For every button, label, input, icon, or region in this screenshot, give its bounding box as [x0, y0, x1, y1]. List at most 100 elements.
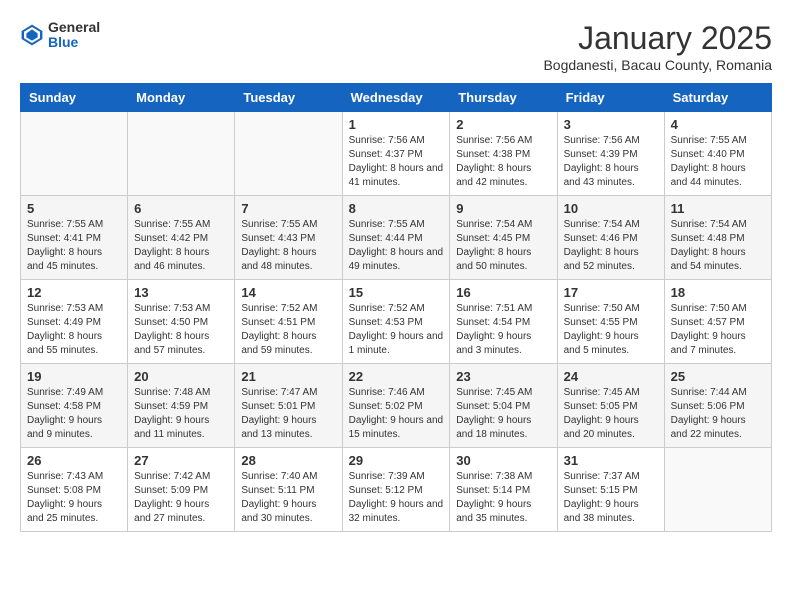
day-number: 19: [27, 369, 121, 384]
page-header: General Blue January 2025 Bogdanesti, Ba…: [20, 20, 772, 73]
calendar-cell: 27 Sunrise: 7:42 AM Sunset: 5:09 PM Dayli…: [128, 448, 235, 532]
calendar-cell: 23 Sunrise: 7:45 AM Sunset: 5:04 PM Dayli…: [450, 364, 557, 448]
logo-text: General Blue: [48, 20, 100, 51]
day-info: Sunrise: 7:56 AM Sunset: 4:38 PM Dayligh…: [456, 134, 550, 190]
day-info: Sunrise: 7:54 AM Sunset: 4:45 PM Dayligh…: [456, 218, 550, 274]
calendar-table: SundayMondayTuesdayWednesdayThursdayFrid…: [20, 83, 772, 532]
day-number: 9: [456, 201, 550, 216]
calendar-cell: [664, 448, 771, 532]
calendar-week-row: 5Sunrise: 7:55 AM Sunset: 4:41 PM Daylig…: [21, 196, 772, 280]
calendar-cell: 9 Sunrise: 7:54 AM Sunset: 4:45 PM Daylig…: [450, 196, 557, 280]
day-number: 22: [349, 369, 444, 384]
calendar-cell: 2 Sunrise: 7:56 AM Sunset: 4:38 PM Daylig…: [450, 112, 557, 196]
day-info: Sunrise: 7:52 AM Sunset: 4:51 PM Dayligh…: [241, 302, 335, 358]
day-info: Sunrise: 7:47 AM Sunset: 5:01 PM Dayligh…: [241, 386, 335, 442]
day-number: 21: [241, 369, 335, 384]
day-number: 29: [349, 453, 444, 468]
calendar-cell: 6Sunrise: 7:55 AM Sunset: 4:42 PM Daylig…: [128, 196, 235, 280]
calendar-cell: 15 Sunrise: 7:52 AM Sunset: 4:53 PM Dayli…: [342, 280, 450, 364]
day-info: Sunrise: 7:38 AM Sunset: 5:14 PM Dayligh…: [456, 470, 550, 526]
calendar-cell: 5Sunrise: 7:55 AM Sunset: 4:41 PM Daylig…: [21, 196, 128, 280]
calendar-cell: 11Sunrise: 7:54 AM Sunset: 4:48 PM Dayli…: [664, 196, 771, 280]
day-info: Sunrise: 7:44 AM Sunset: 5:06 PM Dayligh…: [671, 386, 765, 442]
day-info: Sunrise: 7:46 AM Sunset: 5:02 PM Dayligh…: [349, 386, 444, 442]
day-info: Sunrise: 7:51 AM Sunset: 4:54 PM Dayligh…: [456, 302, 550, 358]
day-number: 1: [349, 117, 444, 132]
day-number: 11: [671, 201, 765, 216]
calendar-cell: 30 Sunrise: 7:38 AM Sunset: 5:14 PM Dayli…: [450, 448, 557, 532]
day-info: Sunrise: 7:48 AM Sunset: 4:59 PM Dayligh…: [134, 386, 228, 442]
day-number: 18: [671, 285, 765, 300]
calendar-cell: 25 Sunrise: 7:44 AM Sunset: 5:06 PM Dayli…: [664, 364, 771, 448]
day-number: 24: [564, 369, 658, 384]
weekday-header-saturday: Saturday: [664, 84, 771, 112]
day-number: 7: [241, 201, 335, 216]
day-number: 10: [564, 201, 658, 216]
day-number: 25: [671, 369, 765, 384]
day-number: 31: [564, 453, 658, 468]
day-info: Sunrise: 7:53 AM Sunset: 4:50 PM Dayligh…: [134, 302, 228, 358]
weekday-header-friday: Friday: [557, 84, 664, 112]
day-number: 17: [564, 285, 658, 300]
weekday-header-sunday: Sunday: [21, 84, 128, 112]
day-number: 15: [349, 285, 444, 300]
day-info: Sunrise: 7:37 AM Sunset: 5:15 PM Dayligh…: [564, 470, 658, 526]
day-info: Sunrise: 7:45 AM Sunset: 5:04 PM Dayligh…: [456, 386, 550, 442]
day-number: 27: [134, 453, 228, 468]
calendar-cell: [21, 112, 128, 196]
logo-general-text: General: [48, 20, 100, 35]
day-info: Sunrise: 7:50 AM Sunset: 4:57 PM Dayligh…: [671, 302, 765, 358]
calendar-cell: 12 Sunrise: 7:53 AM Sunset: 4:49 PM Dayli…: [21, 280, 128, 364]
day-info: Sunrise: 7:45 AM Sunset: 5:05 PM Dayligh…: [564, 386, 658, 442]
calendar-cell: 4 Sunrise: 7:55 AM Sunset: 4:40 PM Daylig…: [664, 112, 771, 196]
calendar-cell: 28Sunrise: 7:40 AM Sunset: 5:11 PM Dayli…: [235, 448, 342, 532]
day-info: Sunrise: 7:55 AM Sunset: 4:43 PM Dayligh…: [241, 218, 335, 274]
day-info: Sunrise: 7:42 AM Sunset: 5:09 PM Dayligh…: [134, 470, 228, 526]
day-number: 20: [134, 369, 228, 384]
day-info: Sunrise: 7:55 AM Sunset: 4:40 PM Dayligh…: [671, 134, 765, 190]
calendar-cell: 10 Sunrise: 7:54 AM Sunset: 4:46 PM Dayli…: [557, 196, 664, 280]
day-info: Sunrise: 7:43 AM Sunset: 5:08 PM Dayligh…: [27, 470, 121, 526]
logo-icon: [20, 23, 44, 47]
day-number: 4: [671, 117, 765, 132]
day-number: 14: [241, 285, 335, 300]
calendar-cell: [128, 112, 235, 196]
calendar-cell: 29Sunrise: 7:39 AM Sunset: 5:12 PM Dayli…: [342, 448, 450, 532]
weekday-header-tuesday: Tuesday: [235, 84, 342, 112]
day-number: 8: [349, 201, 444, 216]
day-info: Sunrise: 7:54 AM Sunset: 4:46 PM Dayligh…: [564, 218, 658, 274]
calendar-cell: 3 Sunrise: 7:56 AM Sunset: 4:39 PM Daylig…: [557, 112, 664, 196]
day-number: 26: [27, 453, 121, 468]
day-info: Sunrise: 7:49 AM Sunset: 4:58 PM Dayligh…: [27, 386, 121, 442]
logo: General Blue: [20, 20, 100, 51]
day-number: 23: [456, 369, 550, 384]
day-number: 3: [564, 117, 658, 132]
day-number: 5: [27, 201, 121, 216]
day-info: Sunrise: 7:40 AM Sunset: 5:11 PM Dayligh…: [241, 470, 335, 526]
day-info: Sunrise: 7:55 AM Sunset: 4:44 PM Dayligh…: [349, 218, 444, 274]
day-info: Sunrise: 7:55 AM Sunset: 4:42 PM Dayligh…: [134, 218, 228, 274]
calendar-cell: 19 Sunrise: 7:49 AM Sunset: 4:58 PM Dayli…: [21, 364, 128, 448]
day-number: 30: [456, 453, 550, 468]
day-number: 16: [456, 285, 550, 300]
calendar-week-row: 12 Sunrise: 7:53 AM Sunset: 4:49 PM Dayli…: [21, 280, 772, 364]
day-info: Sunrise: 7:53 AM Sunset: 4:49 PM Dayligh…: [27, 302, 121, 358]
calendar-cell: 20 Sunrise: 7:48 AM Sunset: 4:59 PM Dayli…: [128, 364, 235, 448]
calendar-cell: 22 Sunrise: 7:46 AM Sunset: 5:02 PM Dayli…: [342, 364, 450, 448]
calendar-cell: 1 Sunrise: 7:56 AM Sunset: 4:37 PM Daylig…: [342, 112, 450, 196]
calendar-cell: 18 Sunrise: 7:50 AM Sunset: 4:57 PM Dayli…: [664, 280, 771, 364]
calendar-week-row: 1 Sunrise: 7:56 AM Sunset: 4:37 PM Daylig…: [21, 112, 772, 196]
day-number: 12: [27, 285, 121, 300]
calendar-cell: 31 Sunrise: 7:37 AM Sunset: 5:15 PM Dayli…: [557, 448, 664, 532]
weekday-header-thursday: Thursday: [450, 84, 557, 112]
day-info: Sunrise: 7:52 AM Sunset: 4:53 PM Dayligh…: [349, 302, 444, 358]
calendar-cell: [235, 112, 342, 196]
calendar-cell: 8 Sunrise: 7:55 AM Sunset: 4:44 PM Daylig…: [342, 196, 450, 280]
day-number: 13: [134, 285, 228, 300]
calendar-cell: 24 Sunrise: 7:45 AM Sunset: 5:05 PM Dayli…: [557, 364, 664, 448]
day-number: 2: [456, 117, 550, 132]
calendar-cell: 14 Sunrise: 7:52 AM Sunset: 4:51 PM Dayli…: [235, 280, 342, 364]
calendar-cell: 13 Sunrise: 7:53 AM Sunset: 4:50 PM Dayli…: [128, 280, 235, 364]
day-info: Sunrise: 7:56 AM Sunset: 4:39 PM Dayligh…: [564, 134, 658, 190]
day-info: Sunrise: 7:56 AM Sunset: 4:37 PM Dayligh…: [349, 134, 444, 190]
